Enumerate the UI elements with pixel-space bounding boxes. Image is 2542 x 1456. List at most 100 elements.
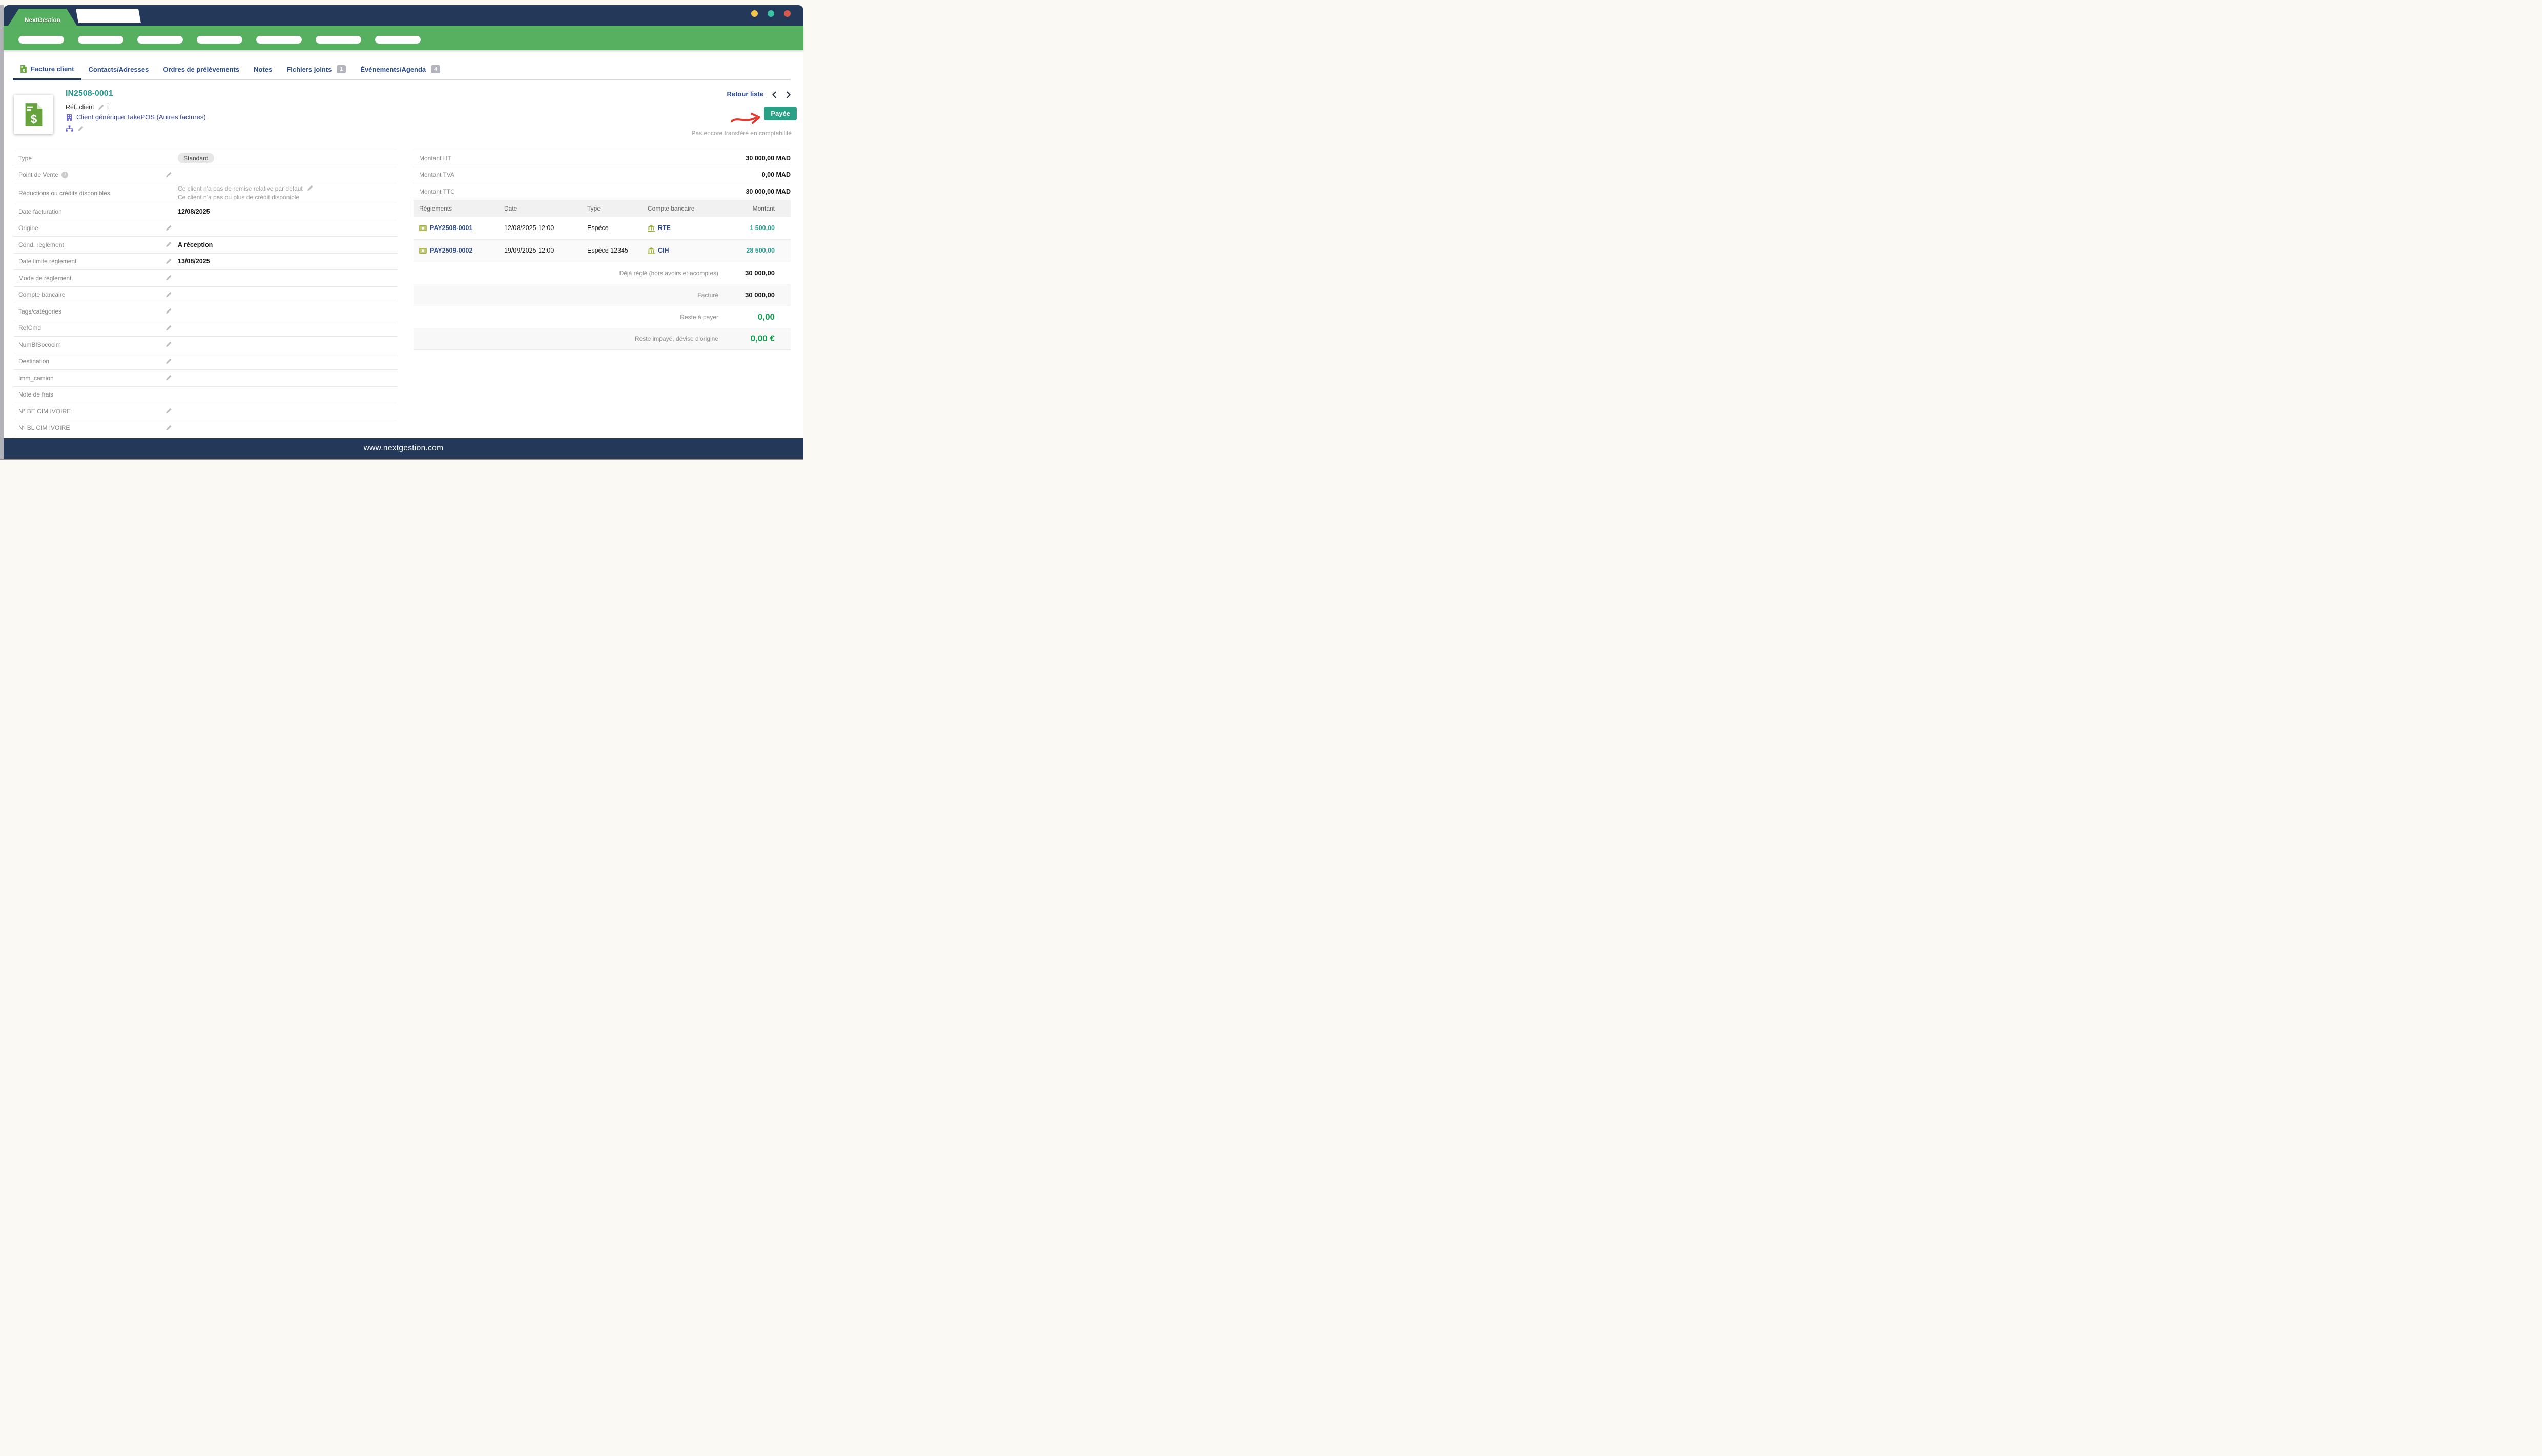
app-window: NextGestion Facture client Contacts/Adre… bbox=[4, 5, 803, 459]
bank-account-link[interactable]: RTE bbox=[648, 224, 718, 232]
field-label: Mode de règlement bbox=[18, 275, 71, 282]
ref-client-label: Réf. client bbox=[66, 103, 94, 111]
payment-link[interactable]: PAY2509-0002 bbox=[419, 247, 504, 254]
total-row-ttc: Montant TTC 30 000,00 MAD bbox=[414, 183, 791, 200]
bank-account-link[interactable]: CIH bbox=[648, 247, 718, 254]
edit-pencil-icon[interactable] bbox=[165, 358, 172, 365]
menu-pill[interactable] bbox=[18, 36, 64, 44]
summary-row-deja-regle: Déjà réglé (hors avoirs et acomptes) 30 … bbox=[414, 262, 791, 284]
field-label: Date limite règlement bbox=[18, 258, 76, 265]
tab-label: Facture client bbox=[31, 65, 74, 73]
total-label: Montant TVA bbox=[419, 171, 454, 178]
tab-facture-client[interactable]: Facture client bbox=[13, 65, 81, 79]
summary-row-facture: Facturé 30 000,00 bbox=[414, 284, 791, 306]
tab-label: Fichiers joints bbox=[286, 66, 332, 73]
attachments-count-badge: 1 bbox=[337, 65, 346, 73]
company-building-icon bbox=[66, 114, 73, 121]
summary-label: Facturé bbox=[697, 292, 718, 299]
cash-icon bbox=[419, 248, 427, 254]
edit-pencil-icon[interactable] bbox=[165, 172, 172, 178]
payment-amount: 1 500,00 bbox=[718, 224, 791, 232]
payment-type: Espèce bbox=[587, 224, 648, 232]
window-bottom-edge bbox=[0, 459, 803, 460]
edit-pencil-icon[interactable] bbox=[165, 258, 172, 265]
field-value: A réception bbox=[178, 241, 213, 248]
edit-pencil-icon[interactable] bbox=[165, 241, 172, 248]
next-invoice-chevron-icon[interactable] bbox=[786, 91, 792, 98]
window-controls bbox=[751, 10, 791, 17]
payments-header-amount: Montant bbox=[718, 205, 791, 212]
field-row-compte-bancaire: Compte bancaire bbox=[14, 287, 397, 304]
summary-value: 30 000,00 bbox=[718, 269, 791, 277]
maximize-dot-icon[interactable] bbox=[768, 10, 774, 17]
field-label: Point de Vente bbox=[18, 171, 58, 178]
menu-pill[interactable] bbox=[316, 36, 361, 44]
edit-pencil-icon[interactable] bbox=[165, 408, 172, 414]
field-label: NumBISococim bbox=[18, 341, 61, 348]
tab-evenements-agenda[interactable]: Événements/Agenda 4 bbox=[353, 65, 447, 79]
field-label: N° BE CIM IVOIRE bbox=[18, 408, 71, 415]
field-label: N° BL CIM IVOIRE bbox=[18, 424, 70, 431]
total-row-tva: Montant TVA 0,00 MAD bbox=[414, 167, 791, 184]
main-menubar bbox=[4, 26, 803, 50]
edit-pencil-icon[interactable] bbox=[165, 341, 172, 348]
invoice-document-icon bbox=[24, 102, 44, 127]
brand-logo-text: NextGestion bbox=[25, 17, 60, 24]
summary-value: 30 000,00 bbox=[718, 291, 791, 299]
minimize-dot-icon[interactable] bbox=[751, 10, 758, 17]
field-row-bl-cim-ivoire: N° BL CIM IVOIRE bbox=[14, 420, 397, 437]
payment-link[interactable]: PAY2508-0001 bbox=[419, 224, 504, 232]
field-label: Origine bbox=[18, 224, 38, 232]
invoice-fields-table: Type Standard Point de Vente Réductions … bbox=[14, 150, 397, 436]
field-value: 13/08/2025 bbox=[178, 258, 210, 265]
edit-pencil-icon[interactable] bbox=[77, 126, 84, 132]
field-value: 12/08/2025 bbox=[178, 208, 210, 215]
edit-pencil-icon[interactable] bbox=[306, 185, 313, 192]
menu-pills bbox=[18, 36, 421, 44]
field-label: RefCmd bbox=[18, 324, 41, 331]
edit-pencil-icon[interactable] bbox=[165, 225, 172, 232]
payments-header-row: Règlements Date Type Compte bancaire Mon… bbox=[414, 200, 791, 217]
edit-pencil-icon[interactable] bbox=[165, 292, 172, 298]
payments-header-ref: Règlements bbox=[419, 205, 504, 212]
edit-pencil-icon[interactable] bbox=[165, 375, 172, 381]
tab-label: Événements/Agenda bbox=[360, 66, 426, 73]
close-dot-icon[interactable] bbox=[784, 10, 791, 17]
client-name: Client générique TakePOS (Autres facture… bbox=[76, 113, 206, 121]
accounting-transfer-note: Pas encore transféré en comptabilité bbox=[692, 130, 792, 137]
project-line bbox=[66, 125, 84, 132]
tab-ordres-prelevements[interactable]: Ordres de prélèvements bbox=[156, 66, 246, 79]
menu-pill[interactable] bbox=[78, 36, 123, 44]
edit-pencil-icon[interactable] bbox=[165, 425, 172, 431]
field-row-origine: Origine bbox=[14, 220, 397, 237]
client-link[interactable]: Client générique TakePOS (Autres facture… bbox=[66, 113, 206, 121]
redacted-tab[interactable] bbox=[76, 9, 141, 23]
bank-icon bbox=[648, 225, 655, 232]
field-row-be-cim-ivoire: N° BE CIM IVOIRE bbox=[14, 403, 397, 420]
menu-pill[interactable] bbox=[375, 36, 421, 44]
previous-invoice-chevron-icon[interactable] bbox=[771, 91, 777, 98]
edit-pencil-icon[interactable] bbox=[165, 308, 172, 315]
summary-label: Déjà réglé (hors avoirs et acomptes) bbox=[619, 269, 718, 277]
tab-fichiers-joints[interactable]: Fichiers joints 1 bbox=[279, 65, 353, 79]
field-row-note-de-frais: Note de frais bbox=[14, 387, 397, 404]
edit-pencil-icon[interactable] bbox=[97, 104, 104, 111]
summary-row-reste-impaye: Reste impayé, devise d'origine 0,00 € bbox=[414, 328, 791, 350]
cash-icon bbox=[419, 225, 427, 231]
back-to-list-link[interactable]: Retour liste bbox=[727, 90, 763, 98]
edit-pencil-icon[interactable] bbox=[165, 275, 172, 281]
menu-pill[interactable] bbox=[197, 36, 242, 44]
field-label: Imm_camion bbox=[18, 375, 54, 382]
tab-contacts-adresses[interactable]: Contacts/Adresses bbox=[81, 66, 156, 79]
brand-tab[interactable]: NextGestion bbox=[8, 9, 77, 26]
edit-pencil-icon[interactable] bbox=[165, 325, 172, 331]
menu-pill[interactable] bbox=[137, 36, 183, 44]
tab-notes[interactable]: Notes bbox=[246, 66, 279, 79]
info-icon bbox=[61, 172, 68, 178]
menu-pill[interactable] bbox=[256, 36, 302, 44]
payment-row: PAY2508-0001 12/08/2025 12:00 Espèce RTE… bbox=[414, 217, 791, 239]
field-row-numbisococim: NumBISococim bbox=[14, 337, 397, 353]
sitemap-project-icon[interactable] bbox=[66, 125, 73, 132]
total-row-ht: Montant HT 30 000,00 MAD bbox=[414, 150, 791, 167]
status-badge: Payée bbox=[764, 107, 797, 120]
